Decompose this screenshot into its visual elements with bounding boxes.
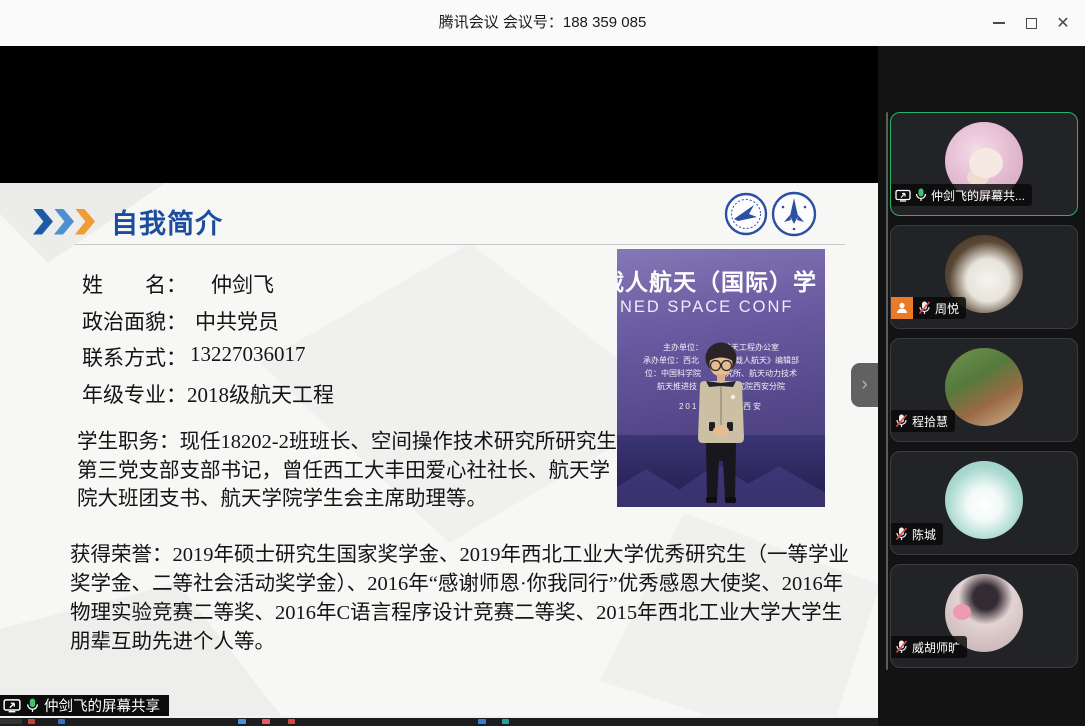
participant-tile[interactable]: 周悦 <box>890 225 1078 329</box>
info-row: 政治面貌： 中共党员 <box>82 306 334 328</box>
school-logo-icon <box>771 191 817 237</box>
participant-name: 陈城 <box>912 526 936 543</box>
info-row: 年级专业： 2018级航天工程 <box>82 379 334 401</box>
avatar <box>945 348 1023 426</box>
maximize-icon[interactable] <box>1015 7 1047 39</box>
minimize-icon[interactable] <box>983 7 1015 39</box>
close-icon[interactable]: ✕ <box>1047 7 1079 39</box>
info-row: 姓 名： 仲剑飞 <box>82 269 334 291</box>
screen-share-label: 仲剑飞的屏幕共享 <box>44 695 160 716</box>
info-value: 仲剑飞 <box>211 269 274 291</box>
chevron-right-icon: › <box>861 374 867 396</box>
info-row: 联系方式： 13227036017 <box>82 342 334 364</box>
meeting-title: 腾讯会议 会议号：188 359 085 <box>0 0 1085 46</box>
avatar <box>945 461 1023 539</box>
header-divider <box>75 244 845 245</box>
participant-name: 威胡师旷 <box>912 639 960 656</box>
participant-tile[interactable]: 陈城 <box>890 451 1078 555</box>
mic-muted-icon <box>895 640 908 654</box>
student-duties-paragraph: 学生职务：现任18202-2班班长、空间操作技术研究所研究生第三党支部支部书记，… <box>77 428 622 514</box>
tencent-meeting-window: 腾讯会议 会议号：188 359 085 ✕ 自我简介 <box>0 0 1085 726</box>
screen-share-status: 仲剑飞的屏幕共享 <box>0 695 169 716</box>
mic-on-icon <box>26 698 39 713</box>
personal-info: 姓 名： 仲剑飞 政治面貌： 中共党员 联系方式： 13227036017 年级… <box>82 269 334 415</box>
presentation-slide: 自我简介 <box>0 183 878 726</box>
chevron-decor-icon <box>33 209 53 235</box>
slide-header: 自我简介 <box>33 202 223 241</box>
shared-screen-area: 自我简介 <box>0 46 878 726</box>
honors-paragraph: 获得荣誉：2019年硕士研究生国家奖学金、2019年西北工业大学优秀研究生（一等… <box>70 541 862 657</box>
participant-tile[interactable]: 程拾慧 <box>890 338 1078 442</box>
participant-label: 陈城 <box>891 523 943 545</box>
chevron-decor-icon <box>54 209 74 235</box>
banner-title-en: NED SPACE CONF <box>620 298 793 317</box>
conference-photo: 载人航天（国际）学 NED SPACE CONF 主办单位： 人航天工程办公室 … <box>617 249 825 507</box>
banner-title-cn: 载人航天（国际）学 <box>617 263 825 297</box>
screen-share-icon <box>895 189 911 202</box>
participant-label: 威胡师旷 <box>891 636 967 658</box>
info-label: 年级专业： <box>82 379 187 401</box>
participant-name: 仲剑飞的屏幕共... <box>931 187 1025 204</box>
info-value: 13227036017 <box>190 342 306 364</box>
host-badge-icon <box>891 297 913 319</box>
slide-title: 自我简介 <box>111 202 223 241</box>
mic-muted-icon <box>895 414 908 428</box>
window-titlebar[interactable]: 腾讯会议 会议号：188 359 085 ✕ <box>0 0 1085 46</box>
sidebar-scrollbar[interactable] <box>886 112 888 670</box>
mic-muted-icon <box>918 301 931 315</box>
info-value: 2018级航天工程 <box>187 379 334 401</box>
participant-tile[interactable]: 威胡师旷 <box>890 564 1078 668</box>
chevron-decor-icon <box>75 209 95 235</box>
participant-label: 程拾慧 <box>891 410 955 432</box>
participant-label: 仲剑飞的屏幕共... <box>891 184 1032 206</box>
person-portrait <box>673 339 769 507</box>
window-controls: ✕ <box>983 0 1079 46</box>
university-logo-icon <box>724 192 768 236</box>
info-value: 中共党员 <box>195 306 279 328</box>
participant-name: 程拾慧 <box>912 413 948 430</box>
participant-label: 周悦 <box>891 297 966 319</box>
participants-sidebar: 仲剑飞的屏幕共... 周悦 <box>878 46 1085 726</box>
participant-name: 周悦 <box>935 300 959 317</box>
mic-on-icon <box>915 188 927 202</box>
info-label: 联系方式： <box>82 342 187 364</box>
info-label: 政治面貌： <box>82 306 187 328</box>
collapse-sidebar-button[interactable]: › <box>851 363 878 407</box>
mic-muted-icon <box>895 527 908 541</box>
participant-tile-sharer[interactable]: 仲剑飞的屏幕共... <box>890 112 1078 216</box>
taskbar-sliver <box>0 718 878 726</box>
info-label: 姓 名： <box>82 269 187 291</box>
screen-share-icon <box>3 698 21 713</box>
